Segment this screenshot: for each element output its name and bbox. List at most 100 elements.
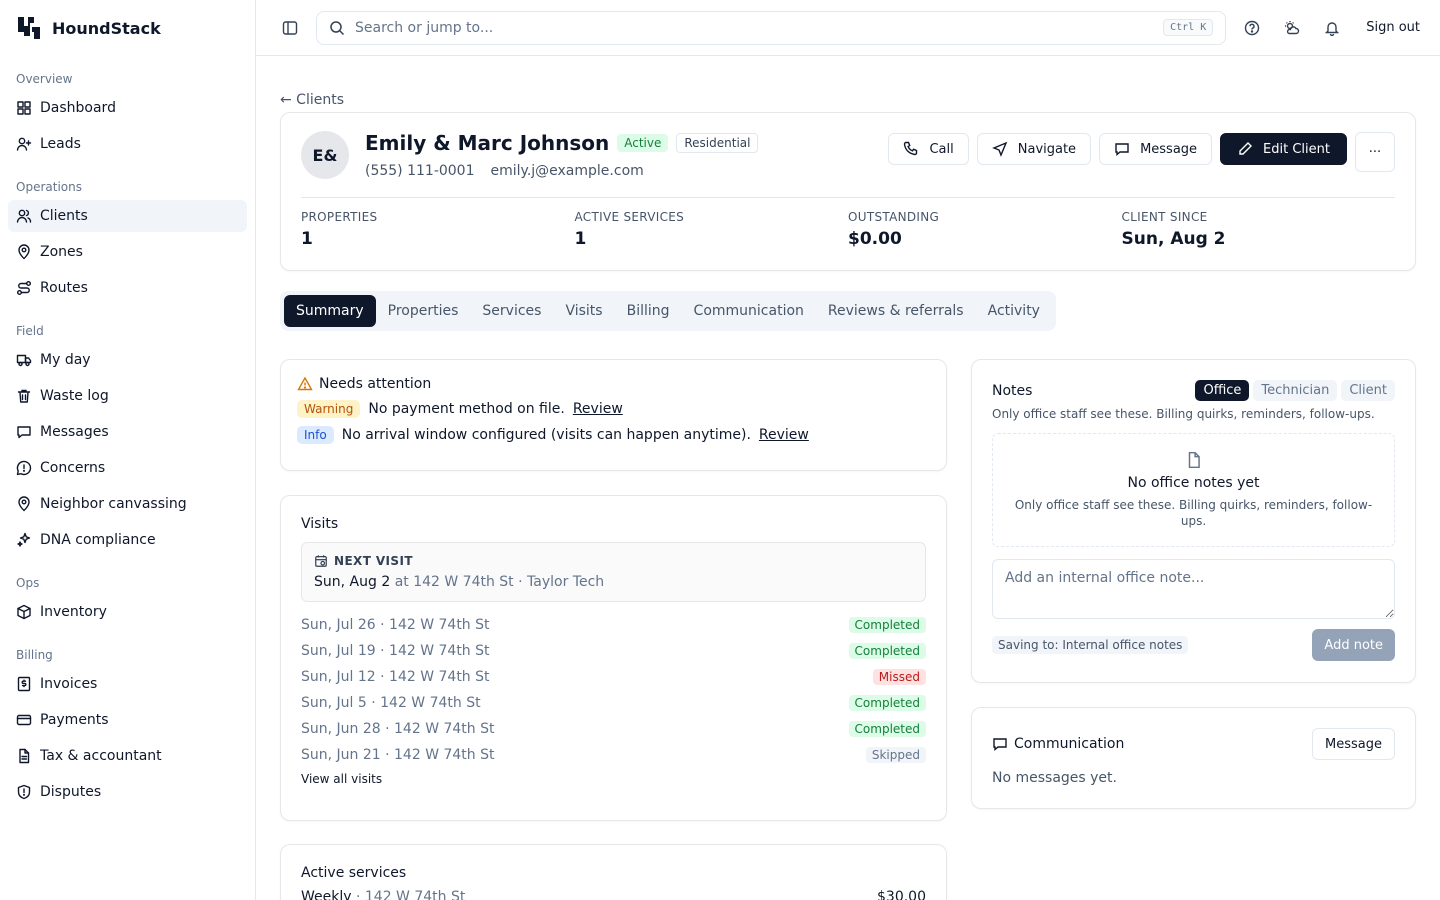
nav-section-heading: Field <box>16 324 44 338</box>
back-to-clients-link[interactable]: ← Clients <box>280 92 344 108</box>
search-input[interactable] <box>355 19 1154 36</box>
visit-row[interactable]: Sun, Jul 5 · 142 W 74th St Completed <box>301 690 926 716</box>
sidebar-item-payments[interactable]: Payments <box>8 704 247 736</box>
search-box[interactable]: Ctrl K <box>316 10 1227 45</box>
next-visit-box[interactable]: NEXT VISIT Sun, Aug 2 at 142 W 74th St ·… <box>301 542 926 602</box>
map-pin-icon <box>18 496 30 512</box>
notifications-button[interactable] <box>1318 14 1346 42</box>
client-phone[interactable]: (555) 111-0001 <box>365 163 475 179</box>
document-icon <box>19 748 30 764</box>
active-services-title: Active services <box>301 865 407 881</box>
notes-tab-office[interactable]: Office <box>1195 380 1250 401</box>
notes-tab-client[interactable]: Client <box>1341 380 1395 401</box>
sidebar-item-label: Concerns <box>40 460 106 476</box>
brand-name: HoundStack <box>52 18 161 38</box>
sidebar-item-messages[interactable]: Messages <box>8 416 247 448</box>
call-button[interactable]: Call <box>888 133 969 165</box>
sidebar-item-dna-compliance[interactable]: DNA compliance <box>8 524 247 556</box>
sidebar-item-zones[interactable]: Zones <box>8 236 247 268</box>
sidebar-item-inventory[interactable]: Inventory <box>8 596 247 628</box>
sidebar-item-concerns[interactable]: Concerns <box>8 452 247 484</box>
review-link[interactable]: Review <box>573 401 623 417</box>
notes-title: Notes <box>992 382 1033 399</box>
client-email[interactable]: emily.j@example.com <box>491 163 644 179</box>
dashboard-icon <box>17 101 31 115</box>
visit-text: Sun, Jul 5 · 142 W 74th St <box>301 695 481 711</box>
tab-visits[interactable]: Visits <box>553 295 614 327</box>
visits-card: Visits NEXT VISIT Sun, Aug 2 at 142 W 74… <box>280 495 947 821</box>
tab-properties[interactable]: Properties <box>376 295 471 327</box>
sidebar-item-clients[interactable]: Clients <box>8 200 247 232</box>
sidebar-item-waste-log[interactable]: Waste log <box>8 380 247 412</box>
more-actions-button[interactable]: ··· <box>1355 132 1395 172</box>
edit-client-button-label: Edit Client <box>1263 141 1330 157</box>
visit-text: Sun, Jul 19 · 142 W 74th St <box>301 643 490 659</box>
communication-empty-text: No messages yet. <box>992 770 1117 786</box>
sidebar-item-neighbor-canvassing[interactable]: Neighbor canvassing <box>8 488 247 520</box>
credit-card-icon <box>16 714 32 726</box>
service-price: $30.00 <box>877 889 926 900</box>
sidebar-item-invoices[interactable]: Invoices <box>8 668 247 700</box>
calendar-icon <box>315 555 327 567</box>
needs-attention-card: Needs attention Warning No payment metho… <box>280 359 947 471</box>
sidebar-toggle-button[interactable] <box>276 14 304 42</box>
sidebar-item-disputes[interactable]: Disputes <box>8 776 247 808</box>
message-button[interactable]: Message <box>1099 133 1213 165</box>
client-tabs: Summary Properties Services Visits Billing Co… <box>280 291 1056 331</box>
message-icon <box>17 426 31 439</box>
navigate-button[interactable]: Navigate <box>976 133 1092 165</box>
review-link[interactable]: Review <box>759 427 809 443</box>
visit-row[interactable]: Sun, Jul 19 · 142 W 74th St Completed <box>301 638 926 664</box>
edit-client-button[interactable]: Edit Client <box>1220 133 1347 165</box>
sidebar-item-tax-accountant[interactable]: Tax & accountant <box>8 740 247 772</box>
visit-text: Sun, Jul 26 · 142 W 74th St <box>301 617 490 633</box>
tab-services[interactable]: Services <box>470 295 553 327</box>
sidebar-item-label: Payments <box>40 712 109 728</box>
stat-value: Sun, Aug 2 <box>1121 229 1226 249</box>
sidebar-item-my-day[interactable]: My day <box>8 344 247 376</box>
sign-out-link[interactable]: Sign out <box>1366 20 1420 35</box>
client-type-badge: Residential <box>676 133 759 153</box>
tab-communication[interactable]: Communication <box>682 295 816 327</box>
notes-tab-technician[interactable]: Technician <box>1253 380 1338 401</box>
bell-icon <box>1325 21 1340 36</box>
sidebar-item-label: My day <box>40 352 91 368</box>
client-name: Emily & Marc Johnson <box>365 131 610 155</box>
visit-row[interactable]: Sun, Jul 26 · 142 W 74th St Completed <box>301 612 926 638</box>
tab-summary[interactable]: Summary <box>284 295 376 327</box>
sidebar-item-label: Clients <box>40 208 88 224</box>
visit-row[interactable]: Sun, Jun 28 · 142 W 74th St Completed <box>301 716 926 742</box>
needs-attention-title: Needs attention <box>319 376 432 392</box>
office-note-input[interactable] <box>992 559 1395 619</box>
add-note-button[interactable]: Add note <box>1312 629 1395 661</box>
avatar: E& <box>301 131 349 179</box>
tab-reviews-referrals[interactable]: Reviews & referrals <box>816 295 976 327</box>
tab-activity[interactable]: Activity <box>976 295 1052 327</box>
sidebar-item-routes[interactable]: Routes <box>8 272 247 304</box>
sidebar-item-label: Disputes <box>40 784 102 800</box>
communication-message-button[interactable]: Message <box>1312 728 1395 760</box>
service-row[interactable]: Weekly · 142 W 74th St $30.00 <box>301 889 926 900</box>
truck-icon <box>16 354 32 367</box>
trash-icon <box>17 389 31 403</box>
visit-row[interactable]: Sun, Jul 12 · 142 W 74th St Missed <box>301 664 926 690</box>
brand[interactable]: HoundStack <box>0 0 255 56</box>
status-badge: Active <box>617 134 669 152</box>
theme-toggle-button[interactable] <box>1278 14 1306 42</box>
help-button[interactable] <box>1238 14 1266 42</box>
sidebar-toggle-icon <box>282 20 298 35</box>
attention-item-info: Info No arrival window configured (visit… <box>297 426 930 444</box>
client-stat: ACTIVE SERVICES 1 <box>575 210 849 249</box>
view-all-visits-link[interactable]: View all visits <box>301 772 926 786</box>
visit-row[interactable]: Sun, Jun 21 · 142 W 74th St Skipped <box>301 742 926 768</box>
nav-section: Ops Inventory <box>0 560 255 628</box>
main-content: ← Clients E& Emily & Marc Johnson Active… <box>256 56 1440 900</box>
next-visit-label: NEXT VISIT <box>334 554 413 568</box>
tab-billing[interactable]: Billing <box>615 295 682 327</box>
sidebar-item-dashboard[interactable]: Dashboard <box>8 92 247 124</box>
nav-section-heading: Operations <box>16 180 82 194</box>
file-icon <box>1188 451 1200 469</box>
nav-section: Operations Clients Zones Routes <box>0 164 255 304</box>
sidebar-item-leads[interactable]: Leads <box>8 128 247 160</box>
warning-pill: Warning <box>297 400 361 418</box>
